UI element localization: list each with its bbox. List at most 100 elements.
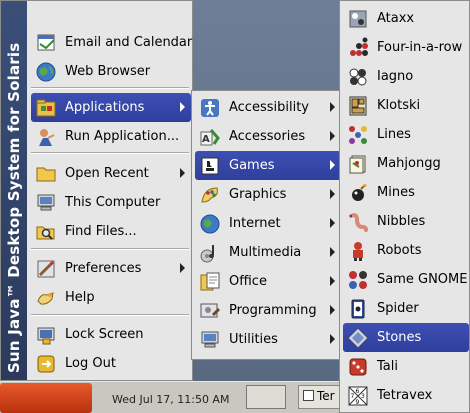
find-files-icon	[35, 221, 57, 243]
four-in-a-row-icon	[347, 37, 369, 59]
run-icon	[35, 126, 57, 148]
menu-item-label: Mines	[377, 185, 415, 200]
accessibility-icon	[199, 97, 221, 119]
submenu-arrow-icon	[330, 276, 335, 286]
menu-item-mahjongg[interactable]: Mahjongg	[343, 149, 469, 178]
menu-item-label: Preferences	[65, 261, 142, 276]
menu-item-this-computer[interactable]: This Computer	[31, 188, 191, 217]
menu-item-email-calendar[interactable]: Email and Calendar	[31, 28, 192, 57]
menu-item-accessibility[interactable]: Accessibility	[195, 93, 341, 122]
menu-item-label: Accessories	[229, 129, 306, 144]
menu-item-lines[interactable]: Lines	[343, 120, 469, 149]
menu-item-accessories[interactable]: A Accessories	[195, 122, 341, 151]
applications-submenu: Accessibility A Accessories Games Graphi…	[191, 90, 343, 360]
menu-item-help[interactable]: Help	[31, 283, 191, 312]
menu-item-label: Games	[229, 158, 275, 173]
submenu-arrow-icon	[330, 305, 335, 315]
menu-item-spider[interactable]: Spider	[343, 294, 469, 323]
stones-icon	[347, 326, 369, 349]
menu-item-label: Graphics	[229, 187, 287, 202]
ataxx-icon	[347, 8, 369, 30]
menu-item-applications[interactable]: Applications	[31, 93, 191, 122]
menu-item-graphics[interactable]: Graphics	[195, 180, 341, 209]
submenu-arrow-icon	[330, 131, 335, 141]
menu-item-label: Lock Screen	[65, 327, 144, 342]
menu-item-programming[interactable]: Programming	[195, 296, 341, 325]
mines-icon	[347, 182, 369, 204]
graphics-icon	[199, 184, 221, 206]
help-icon	[35, 287, 57, 309]
menu-item-robots[interactable]: Robots	[343, 236, 469, 265]
lines-icon	[347, 124, 369, 146]
logout-icon	[35, 353, 57, 375]
menu-item-four-in-a-row[interactable]: Four-in-a-row	[343, 33, 469, 62]
tali-icon	[347, 356, 369, 378]
svg-text:6: 6	[356, 388, 360, 395]
svg-text:9: 9	[356, 399, 360, 406]
menu-item-office[interactable]: Office	[195, 267, 341, 296]
submenu-arrow-icon	[330, 334, 335, 344]
menu-item-nibbles[interactable]: Nibbles	[343, 207, 469, 236]
menu-item-preferences[interactable]: Preferences	[31, 254, 191, 283]
menu-item-find-files[interactable]: Find Files...	[31, 217, 191, 246]
applications-icon	[35, 97, 57, 119]
menu-item-label: Multimedia	[229, 245, 302, 260]
menu-item-label: Office	[229, 274, 267, 289]
menu-item-label: Run Application...	[65, 129, 180, 144]
menu-item-label: Lines	[377, 127, 411, 142]
globe-icon	[35, 61, 57, 83]
menu-item-same-gnome[interactable]: Same GNOME	[343, 265, 469, 294]
menu-item-mines[interactable]: Mines	[343, 178, 469, 207]
submenu-arrow-icon	[180, 168, 185, 178]
menu-separator	[31, 314, 189, 316]
launch-menu-button[interactable]	[0, 383, 92, 413]
menu-item-stones[interactable]: Stones	[343, 323, 469, 352]
menu-item-lock-screen[interactable]: Lock Screen	[31, 320, 191, 349]
menu-item-label: Programming	[229, 303, 317, 318]
tetravex-icon: 6739	[347, 385, 369, 407]
games-icon	[199, 155, 221, 177]
utilities-icon	[199, 329, 221, 351]
menu-item-label: Tetravex	[377, 388, 433, 403]
same-gnome-icon	[347, 269, 369, 291]
menu-sidebar-brand: Sun Java™ Desktop System for Solaris	[1, 1, 27, 380]
svg-text:7: 7	[351, 393, 355, 400]
brand-text: Sun Java™ Desktop System for Solaris	[5, 42, 23, 373]
menu-item-label: Log Out	[65, 356, 116, 371]
menu-item-internet[interactable]: Internet	[195, 209, 341, 238]
panel-applet[interactable]	[246, 385, 286, 409]
menu-item-log-out[interactable]: Log Out	[31, 349, 191, 378]
menu-item-label: Robots	[377, 243, 422, 258]
menu-item-klotski[interactable]: Klotski	[343, 91, 469, 120]
menu-item-multimedia[interactable]: Multimedia	[195, 238, 341, 267]
folder-icon	[35, 163, 57, 185]
iagno-icon	[347, 66, 369, 88]
office-icon	[199, 271, 221, 293]
preferences-icon	[35, 258, 57, 280]
menu-separator	[31, 152, 189, 154]
klotski-icon	[347, 95, 369, 117]
menu-item-iagno[interactable]: Iagno	[343, 62, 469, 91]
multimedia-icon	[199, 242, 221, 264]
submenu-arrow-icon	[180, 263, 185, 273]
menu-item-games[interactable]: Games	[195, 151, 341, 180]
robots-icon	[347, 240, 369, 262]
submenu-arrow-icon	[330, 189, 335, 199]
panel-clock[interactable]: Wed Jul 17, 11:50 AM	[112, 393, 229, 406]
submenu-arrow-icon	[180, 102, 185, 112]
menu-item-run-application[interactable]: Run Application...	[31, 122, 191, 151]
menu-item-web-browser[interactable]: Web Browser	[31, 57, 191, 86]
menu-item-utilities[interactable]: Utilities	[195, 325, 341, 354]
games-submenu: Ataxx Four-in-a-row Iagno Klotski Lines …	[339, 0, 470, 413]
menu-item-label: Iagno	[377, 69, 414, 84]
submenu-arrow-icon	[330, 247, 335, 257]
menu-item-tetravex[interactable]: 6739 Tetravex	[343, 381, 469, 410]
menu-item-ataxx[interactable]: Ataxx	[343, 4, 469, 33]
taskbar-button-label: Ter	[317, 389, 335, 403]
submenu-arrow-icon	[330, 218, 335, 228]
menu-item-label: Web Browser	[65, 64, 151, 79]
menu-item-open-recent[interactable]: Open Recent	[31, 159, 191, 188]
menu-item-label: Klotski	[377, 98, 421, 113]
menu-item-label: Mahjongg	[377, 156, 441, 171]
menu-item-tali[interactable]: Tali	[343, 352, 469, 381]
